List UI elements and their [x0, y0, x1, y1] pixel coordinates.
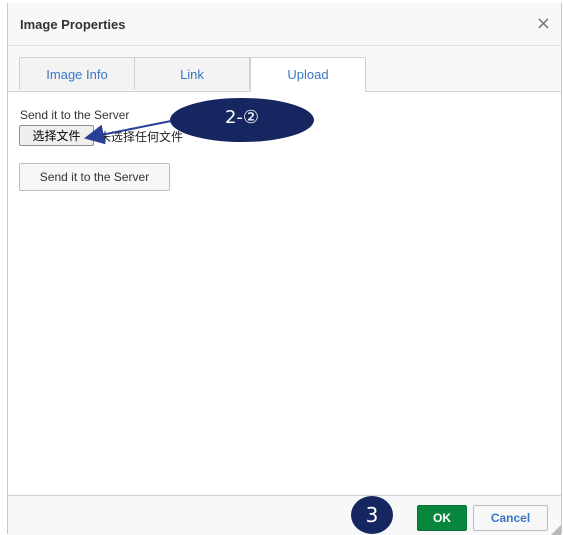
tab-bar: Image Info Link Upload — [8, 46, 561, 92]
dialog-title: Image Properties — [20, 17, 126, 32]
annotation-step-2-2: 2-② — [170, 98, 314, 142]
cancel-button[interactable]: Cancel — [473, 505, 548, 531]
tab-link[interactable]: Link — [134, 57, 250, 90]
image-properties-dialog: Image Properties × Image Info Link Uploa… — [7, 3, 562, 535]
choose-file-button[interactable]: 选择文件 — [19, 125, 94, 146]
file-status-text: 未选择任何文件 — [99, 130, 184, 144]
ok-button[interactable]: OK — [417, 505, 467, 531]
tab-upload[interactable]: Upload — [250, 57, 366, 92]
tab-image-info[interactable]: Image Info — [19, 57, 135, 90]
dialog-footer: OK Cancel — [8, 495, 561, 535]
annotation-step-3: 3 — [351, 496, 393, 534]
dialog-titlebar: Image Properties × — [8, 3, 561, 46]
upload-label: Send it to the Server — [20, 108, 130, 122]
send-to-server-button[interactable]: Send it to the Server — [19, 163, 170, 191]
upload-panel: Send it to the Server 选择文件 未选择任何文件 Send … — [8, 92, 561, 495]
close-icon[interactable]: × — [536, 13, 551, 34]
